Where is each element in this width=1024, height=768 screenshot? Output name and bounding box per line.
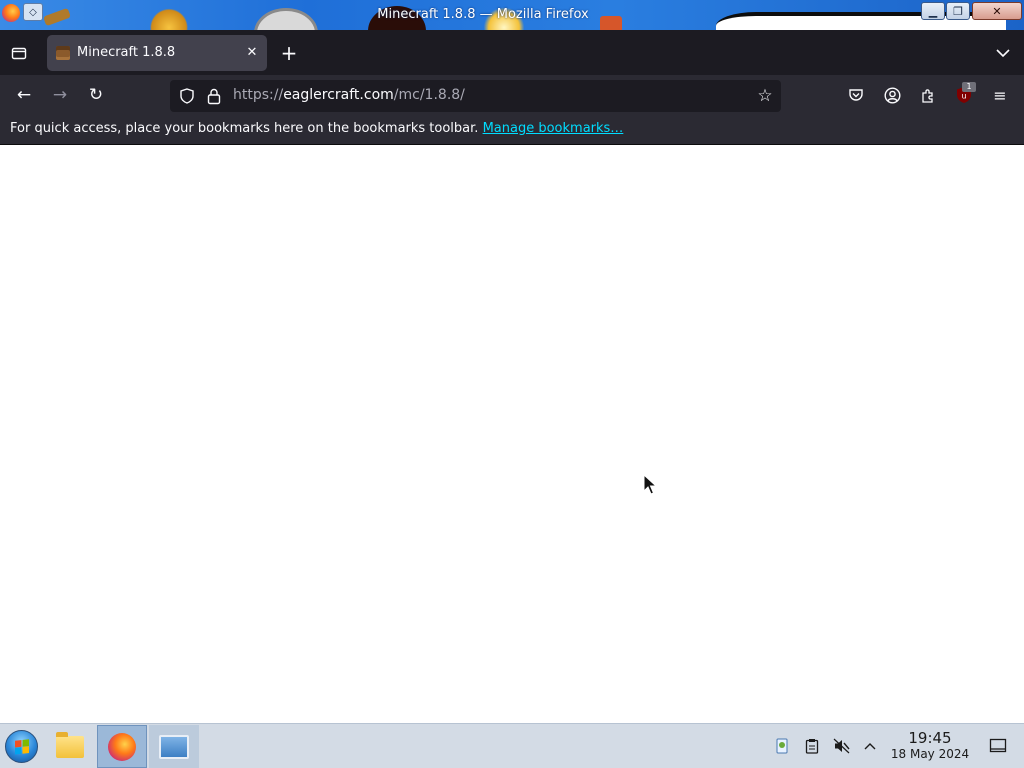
list-all-tabs-icon[interactable]: [993, 44, 1013, 62]
url-path: /mc/1.8.8/: [393, 87, 465, 103]
tab-title: Minecraft 1.8.8: [77, 45, 176, 60]
bookmarks-toolbar: For quick access, place your bookmarks h…: [0, 114, 1024, 145]
tab-strip: Minecraft 1.8.8 ✕ +: [0, 30, 1024, 75]
hamburger-menu-icon[interactable]: ≡: [989, 84, 1011, 106]
show-hidden-icons-chevron-icon[interactable]: [860, 736, 880, 756]
bookmark-star-icon[interactable]: ☆: [755, 86, 775, 106]
lock-icon[interactable]: [206, 87, 222, 105]
forward-button[interactable]: →: [49, 84, 71, 106]
bookmarks-toolbar-message: For quick access, place your bookmarks h…: [10, 121, 623, 136]
window-title: Minecraft 1.8.8 — Mozilla Firefox: [377, 7, 589, 22]
account-icon[interactable]: [881, 84, 903, 106]
svg-text:u: u: [961, 92, 966, 101]
volume-muted-icon[interactable]: [832, 736, 852, 756]
mouse-cursor-icon: [643, 474, 657, 495]
back-button[interactable]: ←: [13, 84, 35, 106]
ublock-blocked-count-badge: 1: [962, 82, 976, 92]
clock-date: 18 May 2024: [890, 747, 970, 761]
minimize-button[interactable]: ▁: [921, 2, 945, 20]
clipboard-icon[interactable]: [802, 736, 822, 756]
taskbar: 19:45 18 May 2024: [0, 723, 1024, 768]
taskbar-file-manager[interactable]: [45, 725, 95, 768]
reload-button[interactable]: ↻: [85, 84, 107, 106]
clock-time: 19:45: [908, 729, 952, 747]
new-tab-button[interactable]: +: [278, 41, 300, 65]
minecraft-chest-icon: [56, 46, 70, 60]
taskbar-system-settings[interactable]: [149, 725, 199, 768]
url-bar[interactable]: https://eaglercraft.com/mc/1.8.8/ ☆: [170, 80, 781, 112]
url-text[interactable]: https://eaglercraft.com/mc/1.8.8/: [233, 87, 465, 103]
extensions-puzzle-icon[interactable]: [917, 84, 939, 106]
page-content[interactable]: [0, 145, 1024, 723]
firefox-view-icon[interactable]: [9, 44, 29, 62]
network-icon[interactable]: [772, 736, 792, 756]
navigation-toolbar: ← → ↻ https://eaglercraft.com/mc/1.8.8/ …: [0, 75, 1024, 114]
start-menu-button[interactable]: [5, 730, 38, 763]
tracking-protection-shield-icon[interactable]: [179, 88, 195, 104]
windows-logo-icon: [15, 739, 29, 755]
tab-minecraft[interactable]: Minecraft 1.8.8 ✕: [47, 35, 267, 71]
url-scheme: https://: [233, 87, 284, 103]
system-settings-icon: [159, 734, 189, 759]
system-clock[interactable]: 19:45 18 May 2024: [885, 730, 975, 762]
url-host: eaglercraft.com: [283, 87, 394, 103]
manage-bookmarks-link[interactable]: Manage bookmarks…: [483, 121, 624, 136]
close-tab-icon[interactable]: ✕: [244, 44, 260, 60]
maximize-button[interactable]: ❐: [946, 2, 970, 20]
bookmarks-hint-text: For quick access, place your bookmarks h…: [10, 121, 479, 136]
window-titlebar[interactable]: ◇ Minecraft 1.8.8 — Mozilla Firefox ▁ ❐ …: [0, 0, 1024, 30]
show-desktop-icon[interactable]: [988, 736, 1008, 756]
pocket-icon[interactable]: [845, 84, 867, 106]
close-window-button[interactable]: ✕: [972, 2, 1022, 20]
taskbar-firefox[interactable]: [97, 725, 147, 768]
firefox-icon: [108, 732, 136, 761]
folder-icon: [56, 731, 84, 758]
